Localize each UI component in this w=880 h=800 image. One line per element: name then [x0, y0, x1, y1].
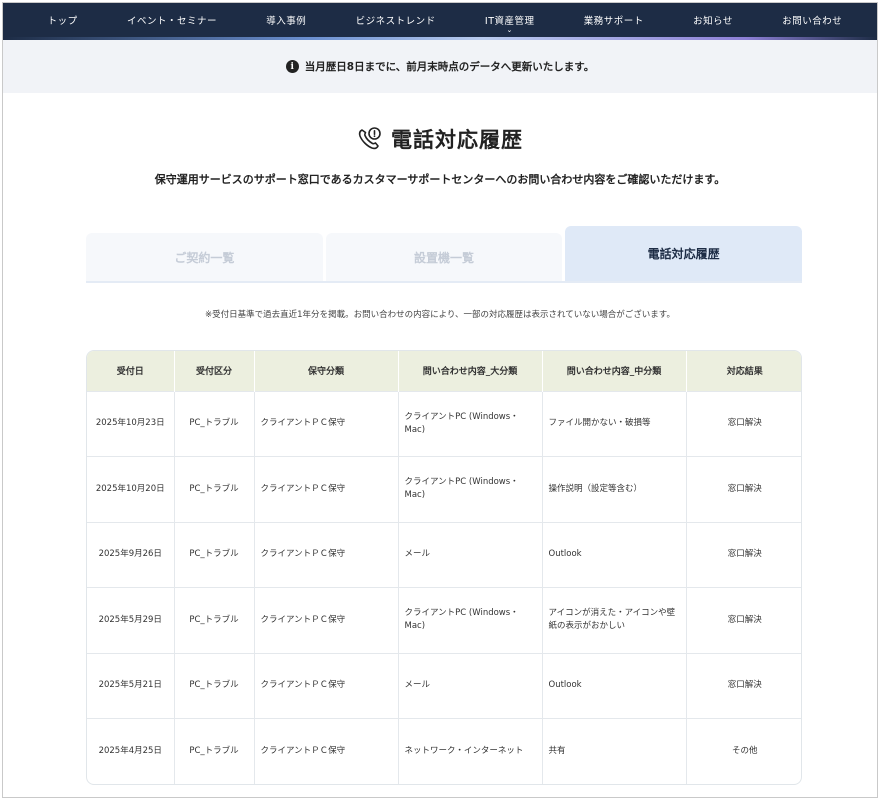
- cell-inquiry-major: クライアントPC (Windows・Mac): [398, 587, 543, 653]
- cell-result: 窓口解決: [686, 456, 801, 522]
- page-subtitle: 保守運用サービスのサポート窓口であるカスタマーサポートセンターへのお問い合わせ内…: [154, 173, 726, 186]
- table-row: 2025年5月21日 PC_トラブル クライアントＰＣ保守 メール Outloo…: [87, 652, 801, 719]
- cell-date: 2025年10月20日: [87, 456, 175, 522]
- cell-result: その他: [686, 718, 801, 784]
- column-header-inquiry-minor: 問い合わせ内容_中分類: [542, 351, 687, 391]
- cell-inquiry-minor: 操作説明（設定等含む）: [542, 456, 687, 522]
- cell-category: PC_トラブル: [174, 587, 255, 653]
- table-row: 2025年9月26日 PC_トラブル クライアントＰＣ保守 メール Outloo…: [87, 521, 801, 588]
- nav-item-it-asset-management[interactable]: IT資産管理 ⌄: [485, 13, 535, 34]
- cell-inquiry-minor: ファイル開かない・破損等: [542, 390, 687, 457]
- table-row: 2025年4月25日 PC_トラブル クライアントＰＣ保守 ネットワーク・インタ…: [87, 718, 801, 784]
- cell-inquiry-minor: Outlook: [542, 521, 687, 588]
- table-row: 2025年10月20日 PC_トラブル クライアントＰＣ保守 クライアントPC …: [87, 456, 801, 522]
- column-header-inquiry-major: 問い合わせ内容_大分類: [398, 351, 543, 391]
- table-row: 2025年5月29日 PC_トラブル クライアントＰＣ保守 クライアントPC (…: [87, 587, 801, 653]
- cell-inquiry-minor: アイコンが消えた・アイコンや壁紙の表示がおかしい: [542, 587, 687, 653]
- cell-result: 窓口解決: [686, 652, 801, 719]
- cell-maintenance-type: クライアントＰＣ保守: [254, 456, 399, 522]
- cell-inquiry-major: クライアントPC (Windows・Mac): [398, 390, 543, 457]
- cell-category: PC_トラブル: [174, 652, 255, 719]
- table-header-row: 受付日 受付区分 保守分類 問い合わせ内容_大分類 問い合わせ内容_中分類 対応…: [87, 351, 801, 391]
- nav-item-top[interactable]: トップ: [48, 13, 78, 27]
- cell-date: 2025年5月29日: [87, 587, 175, 653]
- tab-installed-devices[interactable]: 設置機一覧: [325, 233, 563, 281]
- cell-result: 窓口解決: [686, 521, 801, 588]
- nav-item-news[interactable]: お知らせ: [693, 13, 733, 27]
- cell-date: 2025年5月21日: [87, 652, 175, 719]
- phone-alert-icon: [357, 126, 383, 152]
- chevron-down-icon: ⌄: [506, 26, 513, 34]
- column-header-result: 対応結果: [686, 351, 801, 391]
- cell-category: PC_トラブル: [174, 456, 255, 522]
- cell-date: 2025年9月26日: [87, 521, 175, 588]
- nav-item-case-studies[interactable]: 導入事例: [266, 13, 306, 27]
- cell-maintenance-type: クライアントＰＣ保守: [254, 652, 399, 719]
- cell-maintenance-type: クライアントＰＣ保守: [254, 718, 399, 784]
- cell-category: PC_トラブル: [174, 521, 255, 588]
- call-history-table: 受付日 受付区分 保守分類 問い合わせ内容_大分類 問い合わせ内容_中分類 対応…: [86, 350, 802, 785]
- cell-result: 窓口解決: [686, 587, 801, 653]
- tab-contracts[interactable]: ご契約一覧: [86, 233, 323, 281]
- page-header: 電話対応履歴: [3, 124, 877, 154]
- cell-inquiry-major: クライアントPC (Windows・Mac): [398, 456, 543, 522]
- cell-date: 2025年10月23日: [87, 390, 175, 457]
- notice-text: 当月歴日8日までに、前月末時点のデータへ更新いたします。: [304, 61, 595, 73]
- cell-inquiry-major: メール: [398, 652, 543, 719]
- cell-category: PC_トラブル: [174, 390, 255, 457]
- cell-result: 窓口解決: [686, 390, 801, 457]
- cell-date: 2025年4月25日: [87, 718, 175, 784]
- page-frame: トップ イベント・セミナー 導入事例 ビジネストレンド IT資産管理 ⌄ 業務サポ…: [2, 2, 878, 798]
- cell-maintenance-type: クライアントＰＣ保守: [254, 521, 399, 588]
- cell-inquiry-minor: 共有: [542, 718, 687, 784]
- nav-item-contact[interactable]: お問い合わせ: [782, 13, 842, 27]
- column-header-category: 受付区分: [174, 351, 255, 391]
- cell-inquiry-minor: Outlook: [542, 652, 687, 719]
- info-icon: i: [285, 60, 299, 73]
- tab-call-history[interactable]: 電話対応履歴: [565, 226, 803, 281]
- cell-maintenance-type: クライアントＰＣ保守: [254, 390, 399, 457]
- column-header-maintenance-type: 保守分類: [254, 351, 399, 391]
- notice-bar: i 当月歴日8日までに、前月末時点のデータへ更新いたします。: [3, 40, 877, 93]
- nav-item-business-support[interactable]: 業務サポート: [584, 13, 644, 27]
- page-title: 電話対応履歴: [391, 128, 523, 152]
- top-nav: トップ イベント・セミナー 導入事例 ビジネストレンド IT資産管理 ⌄ 業務サポ…: [3, 3, 877, 37]
- cell-inquiry-major: メール: [398, 521, 543, 588]
- nav-item-events[interactable]: イベント・セミナー: [127, 13, 217, 27]
- table-row: 2025年10月23日 PC_トラブル クライアントＰＣ保守 クライアントPC …: [87, 390, 801, 457]
- disclaimer-note: ※受付日基準で過去直近1年分を掲載。お問い合わせの内容により、一部の対応履歴は表…: [205, 310, 675, 320]
- cell-inquiry-major: ネットワーク・インターネット: [398, 718, 543, 784]
- cell-maintenance-type: クライアントＰＣ保守: [254, 587, 399, 653]
- cell-category: PC_トラブル: [174, 718, 255, 784]
- nav-item-business-trends[interactable]: ビジネストレンド: [356, 13, 436, 27]
- column-header-date: 受付日: [87, 351, 175, 391]
- tab-bar: ご契約一覧 設置機一覧 電話対応履歴: [86, 226, 803, 283]
